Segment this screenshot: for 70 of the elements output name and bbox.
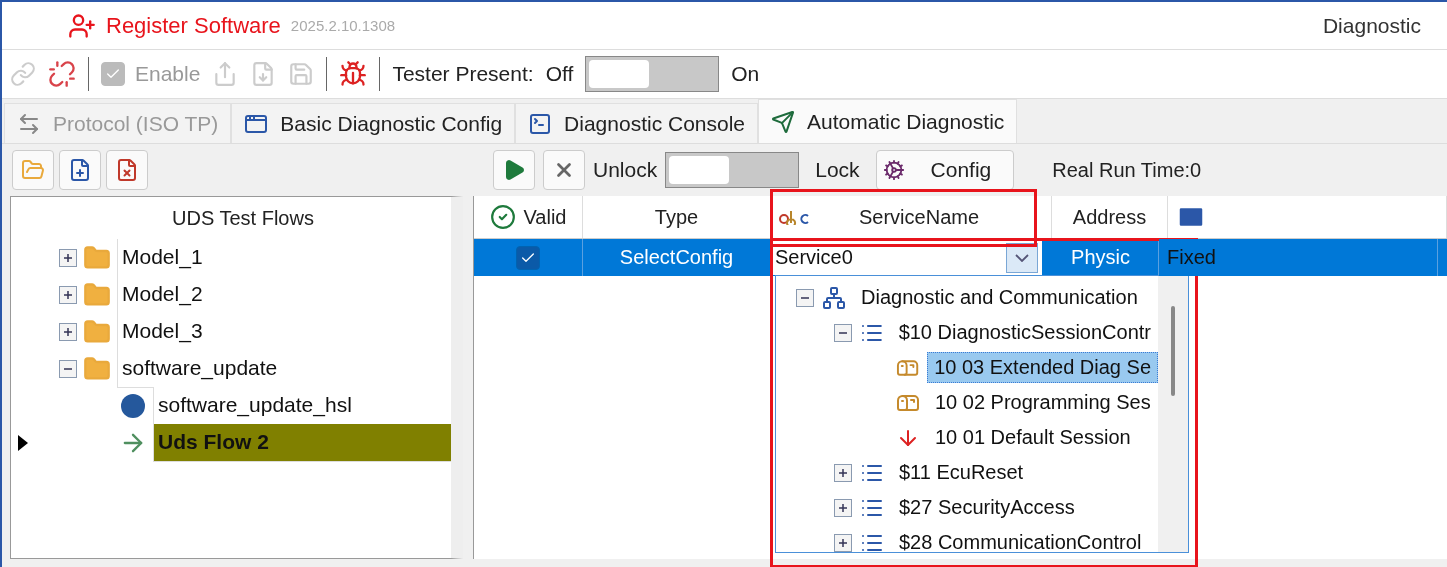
tester-present-label: Tester Present: <box>392 62 534 86</box>
service-tree-item[interactable]: 10 03 Extended Diag Se <box>927 352 1158 383</box>
service-tree-item[interactable]: $27 SecurityAccess <box>892 492 1082 523</box>
delete-file-button[interactable] <box>106 150 148 190</box>
terminal-icon <box>528 111 553 136</box>
tab[interactable]: Automatic Diagnostic <box>758 99 1018 143</box>
app-name: Register Software <box>106 12 281 39</box>
column-header[interactable]: Address <box>1052 196 1168 238</box>
service-tree-item[interactable]: $10 DiagnosticSessionContr <box>891 317 1158 348</box>
flow-tree-item[interactable]: software_update_hsl <box>153 386 451 425</box>
lock-label: Lock <box>815 158 860 182</box>
swap-icon <box>17 111 41 136</box>
hierarchy-icon <box>822 285 846 310</box>
on-label: On <box>731 62 760 86</box>
flow-tree-item[interactable]: Model_3 <box>117 312 451 351</box>
gear-icon <box>882 159 905 181</box>
tab[interactable]: Diagnostic Console <box>515 103 759 143</box>
add-file-button[interactable] <box>59 150 101 190</box>
file-x-icon <box>115 158 139 182</box>
unlock-label: Unlock <box>593 158 658 182</box>
column-header[interactable]: ServiceName <box>771 196 1052 238</box>
collapse-icon[interactable] <box>796 288 814 307</box>
expand-icon[interactable] <box>834 498 852 517</box>
tester-present-toggle[interactable] <box>585 56 720 92</box>
expand-icon[interactable] <box>59 248 77 267</box>
unlink-icon[interactable] <box>48 60 76 88</box>
stop-button[interactable] <box>543 150 585 190</box>
expand-icon[interactable] <box>59 285 77 304</box>
flow-tree-item[interactable]: Uds Flow 2 <box>153 423 451 462</box>
service-tree-item[interactable]: Diagnostic and Communication <box>854 282 1145 313</box>
version-label: 2025.2.10.1308 <box>290 17 396 34</box>
tree-header: UDS Test Flows <box>172 206 314 230</box>
expand-icon[interactable] <box>834 533 852 552</box>
flow-tree-item[interactable]: Model_2 <box>117 275 451 314</box>
bug-icon[interactable] <box>339 60 368 88</box>
off-label: Off <box>545 62 574 86</box>
play-button[interactable] <box>493 150 535 190</box>
folder-icon <box>83 243 111 272</box>
file-plus-icon <box>68 158 92 182</box>
window-title: Diagnostic <box>1322 13 1421 38</box>
table-cell: SelectConfig <box>583 239 771 276</box>
service-tree-item[interactable]: 10 02 Programming Ses <box>928 387 1158 418</box>
table-cell: Fixed <box>1159 239 1438 276</box>
scrollbar[interactable] <box>1158 276 1188 552</box>
user-add-icon <box>68 11 96 40</box>
folder-icon <box>83 280 111 309</box>
circle-icon <box>120 392 146 419</box>
folder-icon <box>83 354 111 383</box>
folder-icon <box>83 317 111 346</box>
service-tree-item[interactable]: $28 CommunicationControl <box>892 527 1149 552</box>
valid-checkbox[interactable] <box>516 245 540 270</box>
check-circle-icon <box>489 204 516 230</box>
run-time-label: Real Run Time:0 <box>1052 158 1202 182</box>
column-header[interactable]: Valid <box>474 196 583 238</box>
chevron-down-icon <box>1015 253 1029 262</box>
service-tree-item[interactable]: 10 01 Default Session <box>928 422 1138 453</box>
config-button[interactable]: Config <box>875 150 1015 190</box>
table-row[interactable]: SelectConfig Service0 Physic Fixed <box>474 239 1447 276</box>
collapse-icon[interactable] <box>59 359 77 378</box>
paper-plane-icon <box>771 109 796 134</box>
service-tree-item[interactable]: $11 EcuReset <box>892 457 1031 488</box>
tab[interactable]: Basic Diagnostic Config <box>231 103 516 143</box>
expand-icon[interactable] <box>834 463 852 482</box>
text-type-icon <box>779 209 809 225</box>
open-folder-icon <box>21 158 45 182</box>
lock-toggle[interactable] <box>665 152 800 188</box>
flow-tree-item[interactable]: software_update <box>117 349 451 388</box>
collapse-icon[interactable] <box>834 323 852 342</box>
column-header[interactable]: Type <box>583 196 771 238</box>
expand-icon[interactable] <box>59 322 77 341</box>
